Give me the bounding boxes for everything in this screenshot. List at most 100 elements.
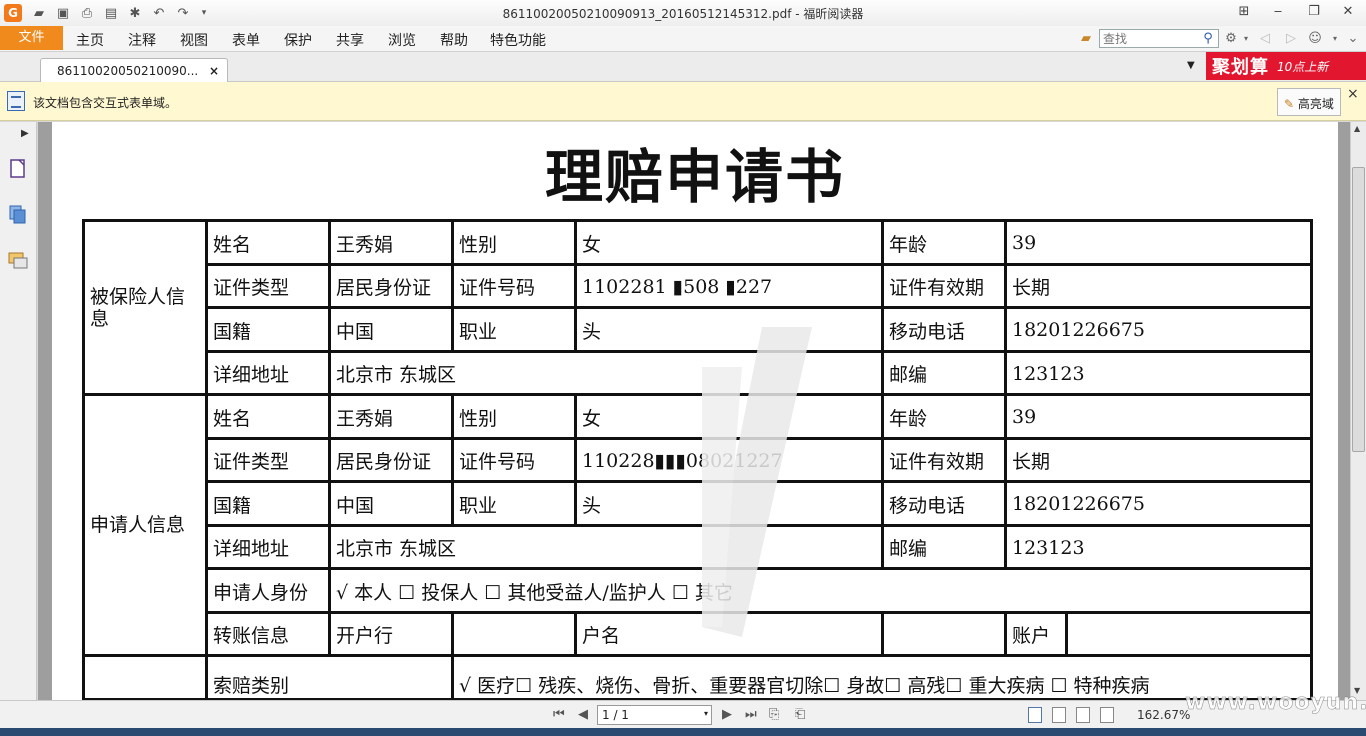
applicant-address-field[interactable]: 北京市 东城区 — [328, 523, 884, 570]
menu-view[interactable]: 视图 — [180, 30, 208, 50]
page-indicator: 1 / 1 — [602, 708, 629, 722]
field-label: 开户行 — [328, 610, 454, 657]
field-label: 证件号码 — [451, 436, 577, 483]
minimize-button[interactable]: ‒ — [1262, 2, 1294, 22]
menu-home[interactable]: 主页 — [76, 30, 104, 50]
menu-help[interactable]: 帮助 — [440, 30, 468, 50]
insured-address-field[interactable]: 北京市 东城区 — [328, 349, 884, 396]
highlight-fields-button[interactable]: ✎ 高亮域 — [1277, 88, 1341, 116]
back-icon[interactable]: ◁ — [1256, 30, 1274, 48]
field-label: 年龄 — [881, 219, 1007, 266]
account-number-field[interactable] — [1065, 610, 1313, 657]
vertical-scrollbar[interactable]: ▲ ▼ — [1350, 122, 1366, 700]
table-row: 转账信息 开户行 户名 账户 — [84, 610, 1313, 657]
menu-share[interactable]: 共享 — [336, 30, 364, 50]
applicant-postcode-field[interactable]: 123123 — [1004, 523, 1313, 570]
field-label: 证件类型 — [205, 436, 331, 483]
applicant-gender-field[interactable]: 女 — [574, 393, 884, 440]
comments-icon[interactable] — [8, 250, 28, 272]
insured-gender-field[interactable]: 女 — [574, 219, 884, 266]
document-tab[interactable]: 86110020050210090... × — [40, 58, 228, 83]
claim-form-table: 被保险人信息 姓名 王秀娟 性别 女 年龄 39 证件类型 居民身份证 证件号码… — [82, 219, 1313, 700]
document-viewport[interactable]: 理赔申请书 被保险人信息 姓名 王秀娟 性别 女 年龄 39 证件类型 居民身份… — [38, 122, 1350, 700]
layout-icon[interactable]: ⊞ — [1228, 2, 1260, 22]
insured-occupation-field[interactable]: 头 — [574, 306, 884, 353]
insured-postcode-field[interactable]: 123123 — [1004, 349, 1313, 396]
forward-icon[interactable]: ▷ — [1282, 30, 1300, 48]
user-avatar-icon[interactable]: ☺ — [1306, 30, 1324, 48]
previous-view-icon[interactable]: ⎘ — [769, 707, 779, 722]
tab-list-dropdown-icon[interactable]: ▼ — [1187, 60, 1195, 71]
ribbon-collapse-icon[interactable]: ⌄ — [1344, 30, 1362, 48]
insured-mobile-field[interactable]: 18201226675 — [1004, 306, 1313, 353]
continuous-view-icon[interactable] — [1052, 707, 1066, 723]
applicant-validity-field[interactable]: 长期 — [1004, 436, 1313, 483]
table-row: 证件类型 居民身份证 证件号码 110228▮▮▮08021227 证件有效期 … — [84, 436, 1313, 483]
applicant-name-field[interactable]: 王秀娟 — [328, 393, 454, 440]
field-label: 性别 — [451, 393, 577, 440]
previous-page-icon[interactable]: ◀ — [578, 707, 588, 722]
applicant-id-number-field[interactable]: 110228▮▮▮08021227 — [574, 436, 884, 483]
account-name-field[interactable] — [881, 610, 1007, 657]
applicant-id-type-field[interactable]: 居民身份证 — [328, 436, 454, 483]
menu-browse[interactable]: 浏览 — [388, 30, 416, 50]
scroll-up-icon[interactable]: ▲ — [1354, 124, 1360, 133]
menu-features[interactable]: 特色功能 — [490, 30, 546, 50]
facing-view-icon[interactable] — [1076, 707, 1090, 723]
bank-name-field[interactable] — [451, 610, 577, 657]
layers-icon[interactable] — [8, 204, 28, 226]
ad-banner[interactable]: 聚划算 10点上新 — [1206, 52, 1366, 80]
menu-protect[interactable]: 保护 — [284, 30, 312, 50]
first-page-icon[interactable]: ⏮ — [553, 707, 565, 722]
table-row: 索赔类别 √ 医疗☐ 残疾、烧伤、骨折、重要器官切除☐ 身故☐ 高残☐ 重大疾病… — [82, 654, 1313, 700]
form-icon — [7, 91, 25, 111]
single-page-view-icon[interactable] — [1028, 707, 1042, 723]
file-menu-button[interactable]: 文件 — [0, 26, 63, 50]
document-tab-strip: 86110020050210090... × ▼ — [0, 52, 1366, 83]
page-number-field[interactable]: 1 / 1 ▾ — [597, 705, 712, 725]
expand-panel-icon[interactable]: ▶ — [21, 128, 29, 139]
scrollbar-thumb[interactable] — [1352, 167, 1365, 452]
gear-dropdown-icon[interactable]: ▾ — [1237, 30, 1255, 48]
continuous-facing-view-icon[interactable] — [1100, 707, 1114, 723]
menu-comment[interactable]: 注释 — [128, 30, 156, 50]
insured-name-field[interactable]: 王秀娟 — [328, 219, 454, 266]
search-icon[interactable]: ⚲ — [1199, 30, 1217, 48]
menu-form[interactable]: 表单 — [232, 30, 260, 50]
find-folder-icon[interactable]: ▰ — [1077, 30, 1095, 48]
next-page-icon[interactable]: ▶ — [722, 707, 732, 722]
insured-id-type-field[interactable]: 居民身份证 — [328, 262, 454, 309]
last-page-icon[interactable]: ⏭ — [745, 707, 757, 722]
close-tab-icon[interactable]: × — [209, 64, 219, 78]
field-label: 国籍 — [205, 480, 331, 527]
insured-age-field[interactable]: 39 — [1004, 219, 1313, 266]
applicant-identity-options[interactable]: √ 本人 ☐ 投保人 ☐ 其他受益人/监护人 ☐ 其它 — [328, 567, 1313, 614]
applicant-nationality-field[interactable]: 中国 — [328, 480, 454, 527]
field-label: 证件号码 — [451, 262, 577, 309]
field-label: 详细地址 — [205, 349, 331, 396]
close-notification-icon[interactable]: × — [1347, 86, 1359, 102]
field-label: 索赔类别 — [205, 654, 454, 700]
form-notification-bar: 该文档包含交互式表单域。 — [0, 82, 1366, 121]
insured-nationality-field[interactable]: 中国 — [328, 306, 454, 353]
applicant-age-field[interactable]: 39 — [1004, 393, 1313, 440]
navigation-panel: ▶ — [0, 122, 37, 700]
user-dropdown-icon[interactable]: ▾ — [1326, 30, 1344, 48]
page-dropdown-icon[interactable]: ▾ — [704, 709, 708, 718]
applicant-occupation-field[interactable]: 头 — [574, 480, 884, 527]
restore-button[interactable]: ❐ — [1298, 2, 1330, 22]
pages-icon[interactable] — [8, 158, 28, 180]
claim-type-options[interactable]: √ 医疗☐ 残疾、烧伤、骨折、重要器官切除☐ 身故☐ 高残☐ 重大疾病 ☐ 特种… — [451, 654, 1313, 700]
next-view-icon[interactable]: ⎗ — [795, 707, 805, 722]
field-label: 账户 — [1004, 610, 1068, 657]
applicant-mobile-field[interactable]: 18201226675 — [1004, 480, 1313, 527]
table-row: 国籍 中国 职业 头 移动电话 18201226675 — [84, 306, 1313, 353]
insured-validity-field[interactable]: 长期 — [1004, 262, 1313, 309]
field-label: 姓名 — [205, 393, 331, 440]
close-window-button[interactable]: ✕ — [1332, 2, 1364, 22]
field-label: 移动电话 — [881, 306, 1007, 353]
field-label: 证件类型 — [205, 262, 331, 309]
insured-id-number-field[interactable]: 1102281 ▮508 ▮227 — [574, 262, 884, 309]
table-row: 申请人信息 姓名 王秀娟 性别 女 年龄 39 — [82, 393, 1313, 657]
zoom-level[interactable]: 162.67% — [1137, 708, 1190, 722]
